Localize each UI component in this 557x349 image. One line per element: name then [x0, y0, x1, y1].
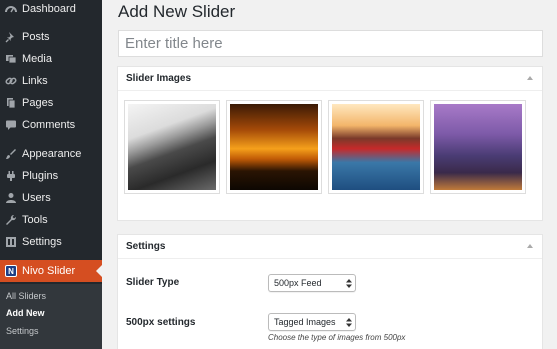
slider-image-thumb[interactable] [430, 100, 526, 194]
500px-settings-select[interactable]: Tagged Images [268, 313, 356, 331]
menu-item-tools[interactable]: Tools [0, 209, 102, 231]
slider-images-list [118, 92, 542, 220]
menu-item-media[interactable]: Media [0, 48, 102, 70]
settings-title: Settings [126, 241, 166, 252]
water-reflection-sunset-image [332, 104, 420, 190]
dashboard-icon [0, 3, 22, 15]
collapse-arrow-icon[interactable] [527, 76, 533, 80]
slider-type-value: 500px Feed [274, 278, 322, 288]
menu-item-nivo-slider[interactable]: N Nivo Slider [0, 260, 102, 282]
media-icon [0, 53, 22, 65]
menu-item-settings[interactable]: Settings [0, 231, 102, 253]
taipei-101-night-image [434, 104, 522, 190]
slider-images-title: Slider Images [126, 73, 192, 84]
pushpin-icon [0, 31, 22, 43]
menu-label: Dashboard [22, 3, 76, 15]
menu-item-posts[interactable]: Posts [0, 26, 102, 48]
menu-label: Links [22, 75, 48, 87]
orange-sunset-city-image [230, 104, 318, 190]
slider-image-thumb[interactable] [226, 100, 322, 194]
menu-label: Pages [22, 97, 54, 109]
postbox-header[interactable]: Settings [118, 235, 542, 259]
settings-box: Settings Slider Type 500px Feed 500px se… [117, 234, 543, 349]
menu-label: Users [22, 192, 51, 204]
menu-item-pages[interactable]: Pages [0, 92, 102, 114]
menu-item-users[interactable]: Users [0, 187, 102, 209]
collapse-arrow-icon[interactable] [527, 244, 533, 248]
select-arrows-icon [343, 275, 355, 291]
plugin-icon [0, 170, 22, 182]
menu-label: Settings [22, 236, 62, 248]
page-title: Add New Slider [118, 2, 236, 21]
menu-item-links[interactable]: Links [0, 70, 102, 92]
500px-settings-label: 500px settings [126, 317, 196, 328]
menu-item-plugins[interactable]: Plugins [0, 165, 102, 187]
menu-label: Plugins [22, 170, 59, 182]
menu-label: Appearance [22, 148, 82, 160]
menu-item-dashboard[interactable]: Dashboard [0, 0, 102, 20]
menu-item-appearance[interactable]: Appearance [0, 143, 102, 165]
user-icon [0, 192, 22, 204]
slider-title-input[interactable] [118, 30, 543, 57]
menu-label: Media [22, 53, 52, 65]
link-icon [0, 75, 22, 87]
admin-sidebar: Dashboard Posts Media Links Pages Commen… [0, 0, 102, 349]
menu-label: Posts [22, 31, 50, 43]
500px-settings-help: Choose the type of images from 500px [268, 333, 406, 342]
wrench-icon [0, 214, 22, 226]
submenu-all-sliders[interactable]: All Sliders [6, 291, 46, 301]
slider-type-label: Slider Type [126, 277, 180, 288]
submenu-add-new[interactable]: Add New [6, 308, 45, 318]
nivo-submenu: All Sliders Add New Settings [0, 284, 102, 349]
slider-image-thumb[interactable] [124, 100, 220, 194]
slider-images-box: Slider Images [117, 66, 543, 221]
submenu-settings[interactable]: Settings [6, 326, 39, 336]
menu-label: Comments [22, 119, 76, 131]
select-arrows-icon [343, 314, 355, 330]
menu-label: Nivo Slider [22, 265, 76, 277]
slider-type-select[interactable]: 500px Feed [268, 274, 356, 292]
paintbrush-icon [0, 148, 22, 160]
comment-icon [0, 119, 22, 131]
500px-settings-value: Tagged Images [274, 317, 336, 327]
settings-icon [0, 236, 22, 248]
postbox-header[interactable]: Slider Images [118, 67, 542, 91]
menu-item-comments[interactable]: Comments [0, 114, 102, 136]
pages-icon [0, 97, 22, 109]
menu-label: Tools [22, 214, 48, 226]
nivo-icon: N [5, 265, 17, 277]
slider-image-thumb[interactable] [328, 100, 424, 194]
coastal-road-bw-image [128, 104, 216, 190]
